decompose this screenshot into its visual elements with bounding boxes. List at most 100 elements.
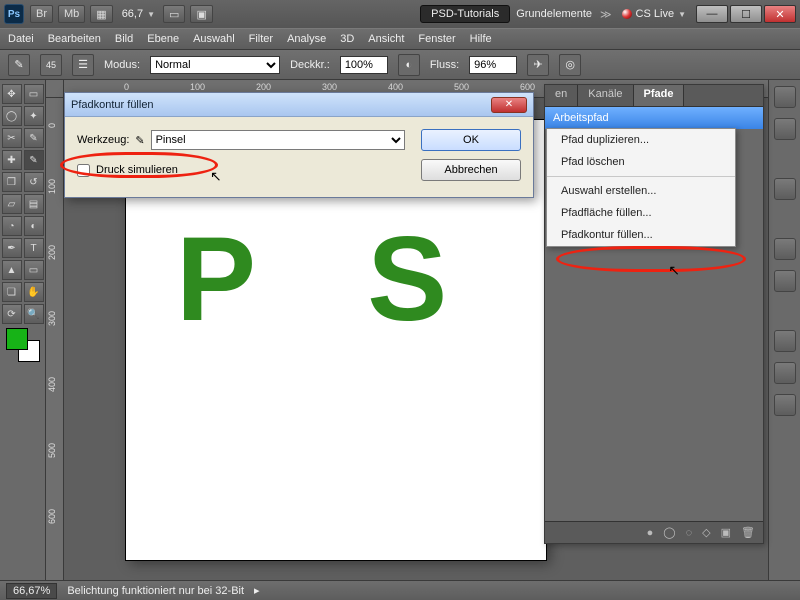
ctx-duplicate-path[interactable]: Pfad duplizieren... [547,129,735,151]
menu-ebene[interactable]: Ebene [147,33,179,45]
brush-preset-picker[interactable]: 45 [40,54,62,76]
menu-bearbeiten[interactable]: Bearbeiten [48,33,101,45]
ruler-origin[interactable] [46,80,64,98]
make-workpath-icon[interactable]: ◇ [702,526,710,539]
dock-icon-3[interactable] [774,178,796,200]
tab-paths[interactable]: Pfade [634,85,685,106]
menu-fenster[interactable]: Fenster [418,33,455,45]
opacity-pressure-icon[interactable]: ◐ [398,54,420,76]
options-bar: ✎ 45 ☰ Modus: Normal Deckkr.: 100% ◐ Flu… [0,50,800,80]
dialog-title: Pfadkontur füllen [71,99,154,111]
dock-icon-6[interactable] [774,330,796,352]
cursor-icon: ↖ [210,168,222,185]
blur-tool[interactable]: ◔ [2,216,22,236]
stroke-path-icon[interactable]: ◯ [663,526,675,539]
opacity-input[interactable]: 100% [340,56,388,74]
workspace-overflow-icon[interactable]: ≫ [600,8,612,21]
simulate-pressure-checkbox[interactable] [77,164,90,177]
cs-live[interactable]: CS Live ▼ [622,8,686,20]
document-tab-other[interactable]: Grundelemente [516,8,592,20]
stamp-tool[interactable]: ❒ [2,172,22,192]
ctx-make-selection[interactable]: Auswahl erstellen... [547,180,735,202]
maximize-button[interactable]: ☐ [730,5,762,23]
eraser-tool[interactable]: ▱ [2,194,22,214]
cancel-button[interactable]: Abbrechen [421,159,521,181]
zoom-value[interactable]: 66,7 [122,8,143,20]
bridge-button[interactable]: Br [30,5,53,23]
ctx-fill-path[interactable]: Pfadfläche füllen... [547,202,735,224]
document-tab-active[interactable]: PSD-Tutorials [420,5,510,23]
tool-label: Werkzeug: [77,134,129,146]
dock-icon-2[interactable] [774,118,796,140]
dock-icon-8[interactable] [774,394,796,416]
dock-icon-7[interactable] [774,362,796,384]
lasso-tool[interactable]: ◯ [2,106,22,126]
crop-tool[interactable]: ✂ [2,128,22,148]
menu-bild[interactable]: Bild [115,33,133,45]
toolbox: ✥ ▭ ◯ ✦ ✂ ✎ ✚ ✎ ❒ ↺ ▱ ▤ ◔ ◐ ✒ T ▲ ▭ ❏ ✋ … [0,80,46,580]
ok-button[interactable]: OK [421,129,521,151]
brush-panel-toggle[interactable]: ☰ [72,54,94,76]
view-extras-button[interactable]: ▦ [90,5,112,23]
paths-context-menu: Pfad duplizieren... Pfad löschen Auswahl… [546,128,736,247]
menu-analyse[interactable]: Analyse [287,33,326,45]
tab-layers[interactable]: en [545,85,578,106]
fill-path-icon[interactable]: ● [647,527,654,539]
eyedropper-tool[interactable]: ✎ [24,128,44,148]
menu-filter[interactable]: Filter [249,33,273,45]
work-path-row[interactable]: Arbeitspfad [545,107,763,129]
marquee-tool[interactable]: ▭ [24,84,44,104]
blend-mode-select[interactable]: Normal [150,56,280,74]
status-dropdown-icon[interactable]: ▸ [254,584,260,597]
menu-datei[interactable]: Datei [8,33,34,45]
foreground-color[interactable] [6,328,28,350]
close-button[interactable]: ✕ [764,5,796,23]
menu-ansicht[interactable]: Ansicht [368,33,404,45]
minimize-button[interactable]: — [696,5,728,23]
minibridge-button[interactable]: Mb [58,5,85,23]
flow-input[interactable]: 96% [469,56,517,74]
zoom-tool[interactable]: 🔍 [24,304,44,324]
move-tool[interactable]: ✥ [2,84,22,104]
airbrush-icon[interactable]: ✈ [527,54,549,76]
tab-channels[interactable]: Kanäle [578,85,633,106]
ctx-delete-path[interactable]: Pfad löschen [547,151,735,173]
arrange-button[interactable]: ▭ [163,5,185,23]
pen-tool[interactable]: ✒ [2,238,22,258]
dodge-tool[interactable]: ◐ [24,216,44,236]
new-path-icon[interactable]: ▣ [721,526,731,539]
menu-hilfe[interactable]: Hilfe [470,33,492,45]
dialog-titlebar[interactable]: Pfadkontur füllen ✕ [65,93,533,117]
wand-tool[interactable]: ✦ [24,106,44,126]
brush-tool[interactable]: ✎ [24,150,44,170]
menu-3d[interactable]: 3D [340,33,354,45]
dock-icon-1[interactable] [774,86,796,108]
menu-auswahl[interactable]: Auswahl [193,33,235,45]
tool-select[interactable]: Pinsel [151,130,405,150]
screenmode-button[interactable]: ▣ [190,5,212,23]
status-bar: 66,67% Belichtung funktioniert nur bei 3… [0,580,800,600]
hand-tool[interactable]: ✋ [24,282,44,302]
gradient-tool[interactable]: ▤ [24,194,44,214]
zoom-dropdown-icon[interactable]: ▼ [147,10,155,19]
ruler-vertical[interactable]: 0 100 200 300 400 500 600 [46,98,64,580]
status-zoom[interactable]: 66,67% [6,583,57,599]
brush-tool-icon[interactable]: ✎ [8,54,30,76]
type-tool[interactable]: T [24,238,44,258]
path-select-tool[interactable]: ▲ [2,260,22,280]
ctx-stroke-path[interactable]: Pfadkontur füllen... [547,224,735,246]
path-to-selection-icon[interactable]: ◌ [686,527,693,539]
dialog-close-button[interactable]: ✕ [491,97,527,113]
tablet-pressure-icon[interactable]: ◎ [559,54,581,76]
shape-tool[interactable]: ▭ [24,260,44,280]
delete-path-icon[interactable]: 🗑 [741,526,755,539]
heal-tool[interactable]: ✚ [2,150,22,170]
color-swatches[interactable] [2,326,44,362]
mode-label: Modus: [104,59,140,71]
rotate-tool[interactable]: ⟳ [2,304,22,324]
dock-icon-5[interactable] [774,270,796,292]
3d-tool[interactable]: ❏ [2,282,22,302]
dock-icon-4[interactable] [774,238,796,260]
chevron-down-icon: ▼ [678,10,686,19]
history-brush-tool[interactable]: ↺ [24,172,44,192]
